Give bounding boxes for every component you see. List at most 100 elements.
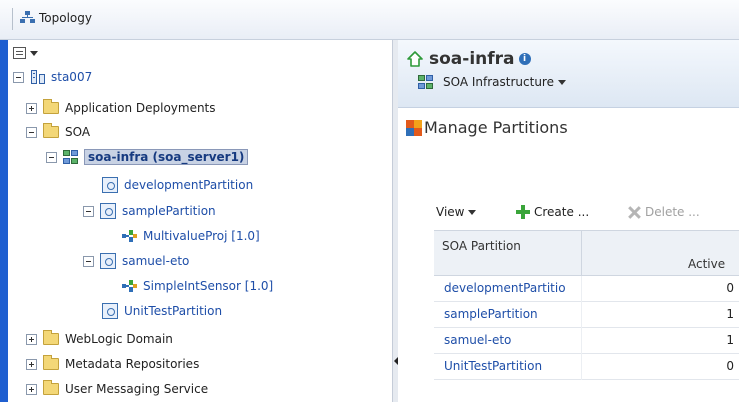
folder-icon xyxy=(43,380,59,395)
column-divider xyxy=(581,276,582,302)
soa-infra-icon xyxy=(63,149,79,165)
view-label: View xyxy=(436,205,465,219)
tree-node-development-partition[interactable]: developmentPartition xyxy=(102,175,253,195)
folder-icon xyxy=(43,355,59,370)
chevron-down-icon xyxy=(30,50,38,56)
target-menu-button[interactable]: SOA Infrastructure xyxy=(418,74,566,90)
topology-icon xyxy=(20,11,35,25)
table-row[interactable]: UnitTestPartition 0 xyxy=(434,354,739,380)
tree-menu-button[interactable] xyxy=(13,47,38,59)
expand-toggle-icon[interactable] xyxy=(26,383,37,395)
partition-name-link[interactable]: samuel-eto xyxy=(444,333,580,347)
topology-button[interactable]: Topology xyxy=(20,11,92,25)
column-divider[interactable] xyxy=(581,231,582,277)
create-button[interactable]: Create ... xyxy=(516,205,589,219)
target-title-text: soa-infra xyxy=(429,49,515,69)
expand-toggle-icon[interactable] xyxy=(26,102,37,114)
table-row[interactable]: samplePartition 1 xyxy=(434,302,739,328)
tree-node-multivalue-proj[interactable]: MultivalueProj [1.0] xyxy=(122,226,260,246)
section-title-text: Manage Partitions xyxy=(424,118,568,137)
collapse-toggle-icon[interactable] xyxy=(13,71,24,83)
tree-label-weblogic-domain[interactable]: WebLogic Domain xyxy=(65,332,173,346)
pane-accent-edge xyxy=(0,40,8,402)
tree-label-user-messaging-service[interactable]: User Messaging Service xyxy=(65,382,208,396)
partition-name-link[interactable]: UnitTestPartition xyxy=(444,359,580,373)
column-divider xyxy=(581,354,582,380)
tree-node-simple-int-sensor[interactable]: SimpleIntSensor [1.0] xyxy=(122,276,273,296)
column-divider xyxy=(581,302,582,328)
expand-toggle-icon[interactable] xyxy=(26,358,37,370)
collapse-toggle-icon[interactable] xyxy=(83,205,94,217)
partition-name-link[interactable]: samplePartition xyxy=(444,307,580,321)
tree-node-unit-test-partition[interactable]: UnitTestPartition xyxy=(102,301,222,321)
expand-toggle-icon[interactable] xyxy=(26,333,37,345)
tree-label-samuel-eto[interactable]: samuel-eto xyxy=(122,254,189,268)
target-header: soa-infra i SOA Infrastructure xyxy=(398,40,739,108)
tree-label-soa[interactable]: SOA xyxy=(65,125,90,139)
tree-label-unit-test-partition[interactable]: UnitTestPartition xyxy=(124,304,222,318)
tree-node-soa-infra[interactable]: soa-infra (soa_server1) xyxy=(46,147,249,167)
toolbar-separator xyxy=(12,8,13,30)
view-menu[interactable]: View xyxy=(436,205,477,219)
home-icon xyxy=(407,51,423,67)
partitions-table: SOA Partition Active developmentPartitio… xyxy=(434,230,739,380)
table-row[interactable]: developmentPartitio 0 xyxy=(434,276,739,302)
composite-icon xyxy=(122,229,138,243)
partition-icon xyxy=(102,303,118,319)
tree-label-sample-partition[interactable]: samplePartition xyxy=(122,204,216,218)
active-count: 1 xyxy=(726,333,734,347)
folder-icon xyxy=(43,99,59,114)
navigation-tree: sta007 Application Deployments SOA soa-i… xyxy=(0,40,392,402)
active-count: 1 xyxy=(726,307,734,321)
tree-node-application-deployments[interactable]: Application Deployments xyxy=(26,98,216,118)
tree-label-development-partition[interactable]: developmentPartition xyxy=(124,178,253,192)
delete-button[interactable]: Delete ... xyxy=(628,205,700,219)
tree-node-soa[interactable]: SOA xyxy=(26,122,90,142)
top-toolbar: Topology xyxy=(0,0,739,40)
topology-label: Topology xyxy=(39,11,92,25)
tree-label-multivalue-proj[interactable]: MultivalueProj [1.0] xyxy=(143,229,260,243)
tree-label-application-deployments[interactable]: Application Deployments xyxy=(65,101,216,115)
farm-icon xyxy=(30,69,46,85)
table-row[interactable]: samuel-eto 1 xyxy=(434,328,739,354)
target-menu-label: SOA Infrastructure xyxy=(443,75,554,89)
table-header: SOA Partition Active xyxy=(434,230,739,277)
collapse-toggle-icon[interactable] xyxy=(46,151,57,163)
tree-label-metadata-repositories[interactable]: Metadata Repositories xyxy=(65,357,199,371)
composite-icon xyxy=(122,279,138,293)
section-title: Manage Partitions xyxy=(406,118,568,137)
manage-partitions-icon xyxy=(406,119,422,136)
collapse-toggle-icon[interactable] xyxy=(83,255,94,267)
target-title: soa-infra i xyxy=(407,49,531,69)
folder-icon xyxy=(43,123,59,138)
partition-icon xyxy=(100,203,116,219)
column-header-active[interactable]: Active xyxy=(688,257,725,271)
column-header-name[interactable]: SOA Partition xyxy=(442,239,521,253)
tree-node-sample-partition[interactable]: samplePartition xyxy=(83,201,216,221)
soa-infra-icon xyxy=(418,74,434,90)
partition-icon xyxy=(100,253,116,269)
tree-label-soa-infra[interactable]: soa-infra (soa_server1) xyxy=(84,149,249,165)
chevron-down-icon xyxy=(558,79,566,85)
column-divider xyxy=(581,328,582,354)
active-count: 0 xyxy=(726,359,734,373)
delete-x-icon xyxy=(628,206,641,219)
delete-label: Delete ... xyxy=(645,205,700,219)
tree-node-weblogic-domain[interactable]: WebLogic Domain xyxy=(26,329,173,349)
list-menu-icon xyxy=(13,47,26,59)
content-pane: soa-infra i SOA Infrastructure Manage Pa… xyxy=(398,40,739,402)
tree-label-simple-int-sensor[interactable]: SimpleIntSensor [1.0] xyxy=(143,279,273,293)
tree-node-user-messaging-service[interactable]: User Messaging Service xyxy=(26,379,208,399)
create-label: Create ... xyxy=(534,205,590,219)
tree-node-metadata-repositories[interactable]: Metadata Repositories xyxy=(26,354,199,374)
tree-label-root[interactable]: sta007 xyxy=(51,70,92,84)
tree-node-samuel-eto[interactable]: samuel-eto xyxy=(83,251,189,271)
table-toolbar: View Create ... Delete ... xyxy=(398,198,739,228)
info-icon[interactable]: i xyxy=(518,53,531,65)
partition-name-link[interactable]: developmentPartitio xyxy=(444,281,580,295)
folder-icon xyxy=(43,330,59,345)
tree-node-root[interactable]: sta007 xyxy=(13,67,92,87)
active-count: 0 xyxy=(726,281,734,295)
collapse-toggle-icon[interactable] xyxy=(26,126,37,138)
chevron-down-icon xyxy=(468,209,477,215)
